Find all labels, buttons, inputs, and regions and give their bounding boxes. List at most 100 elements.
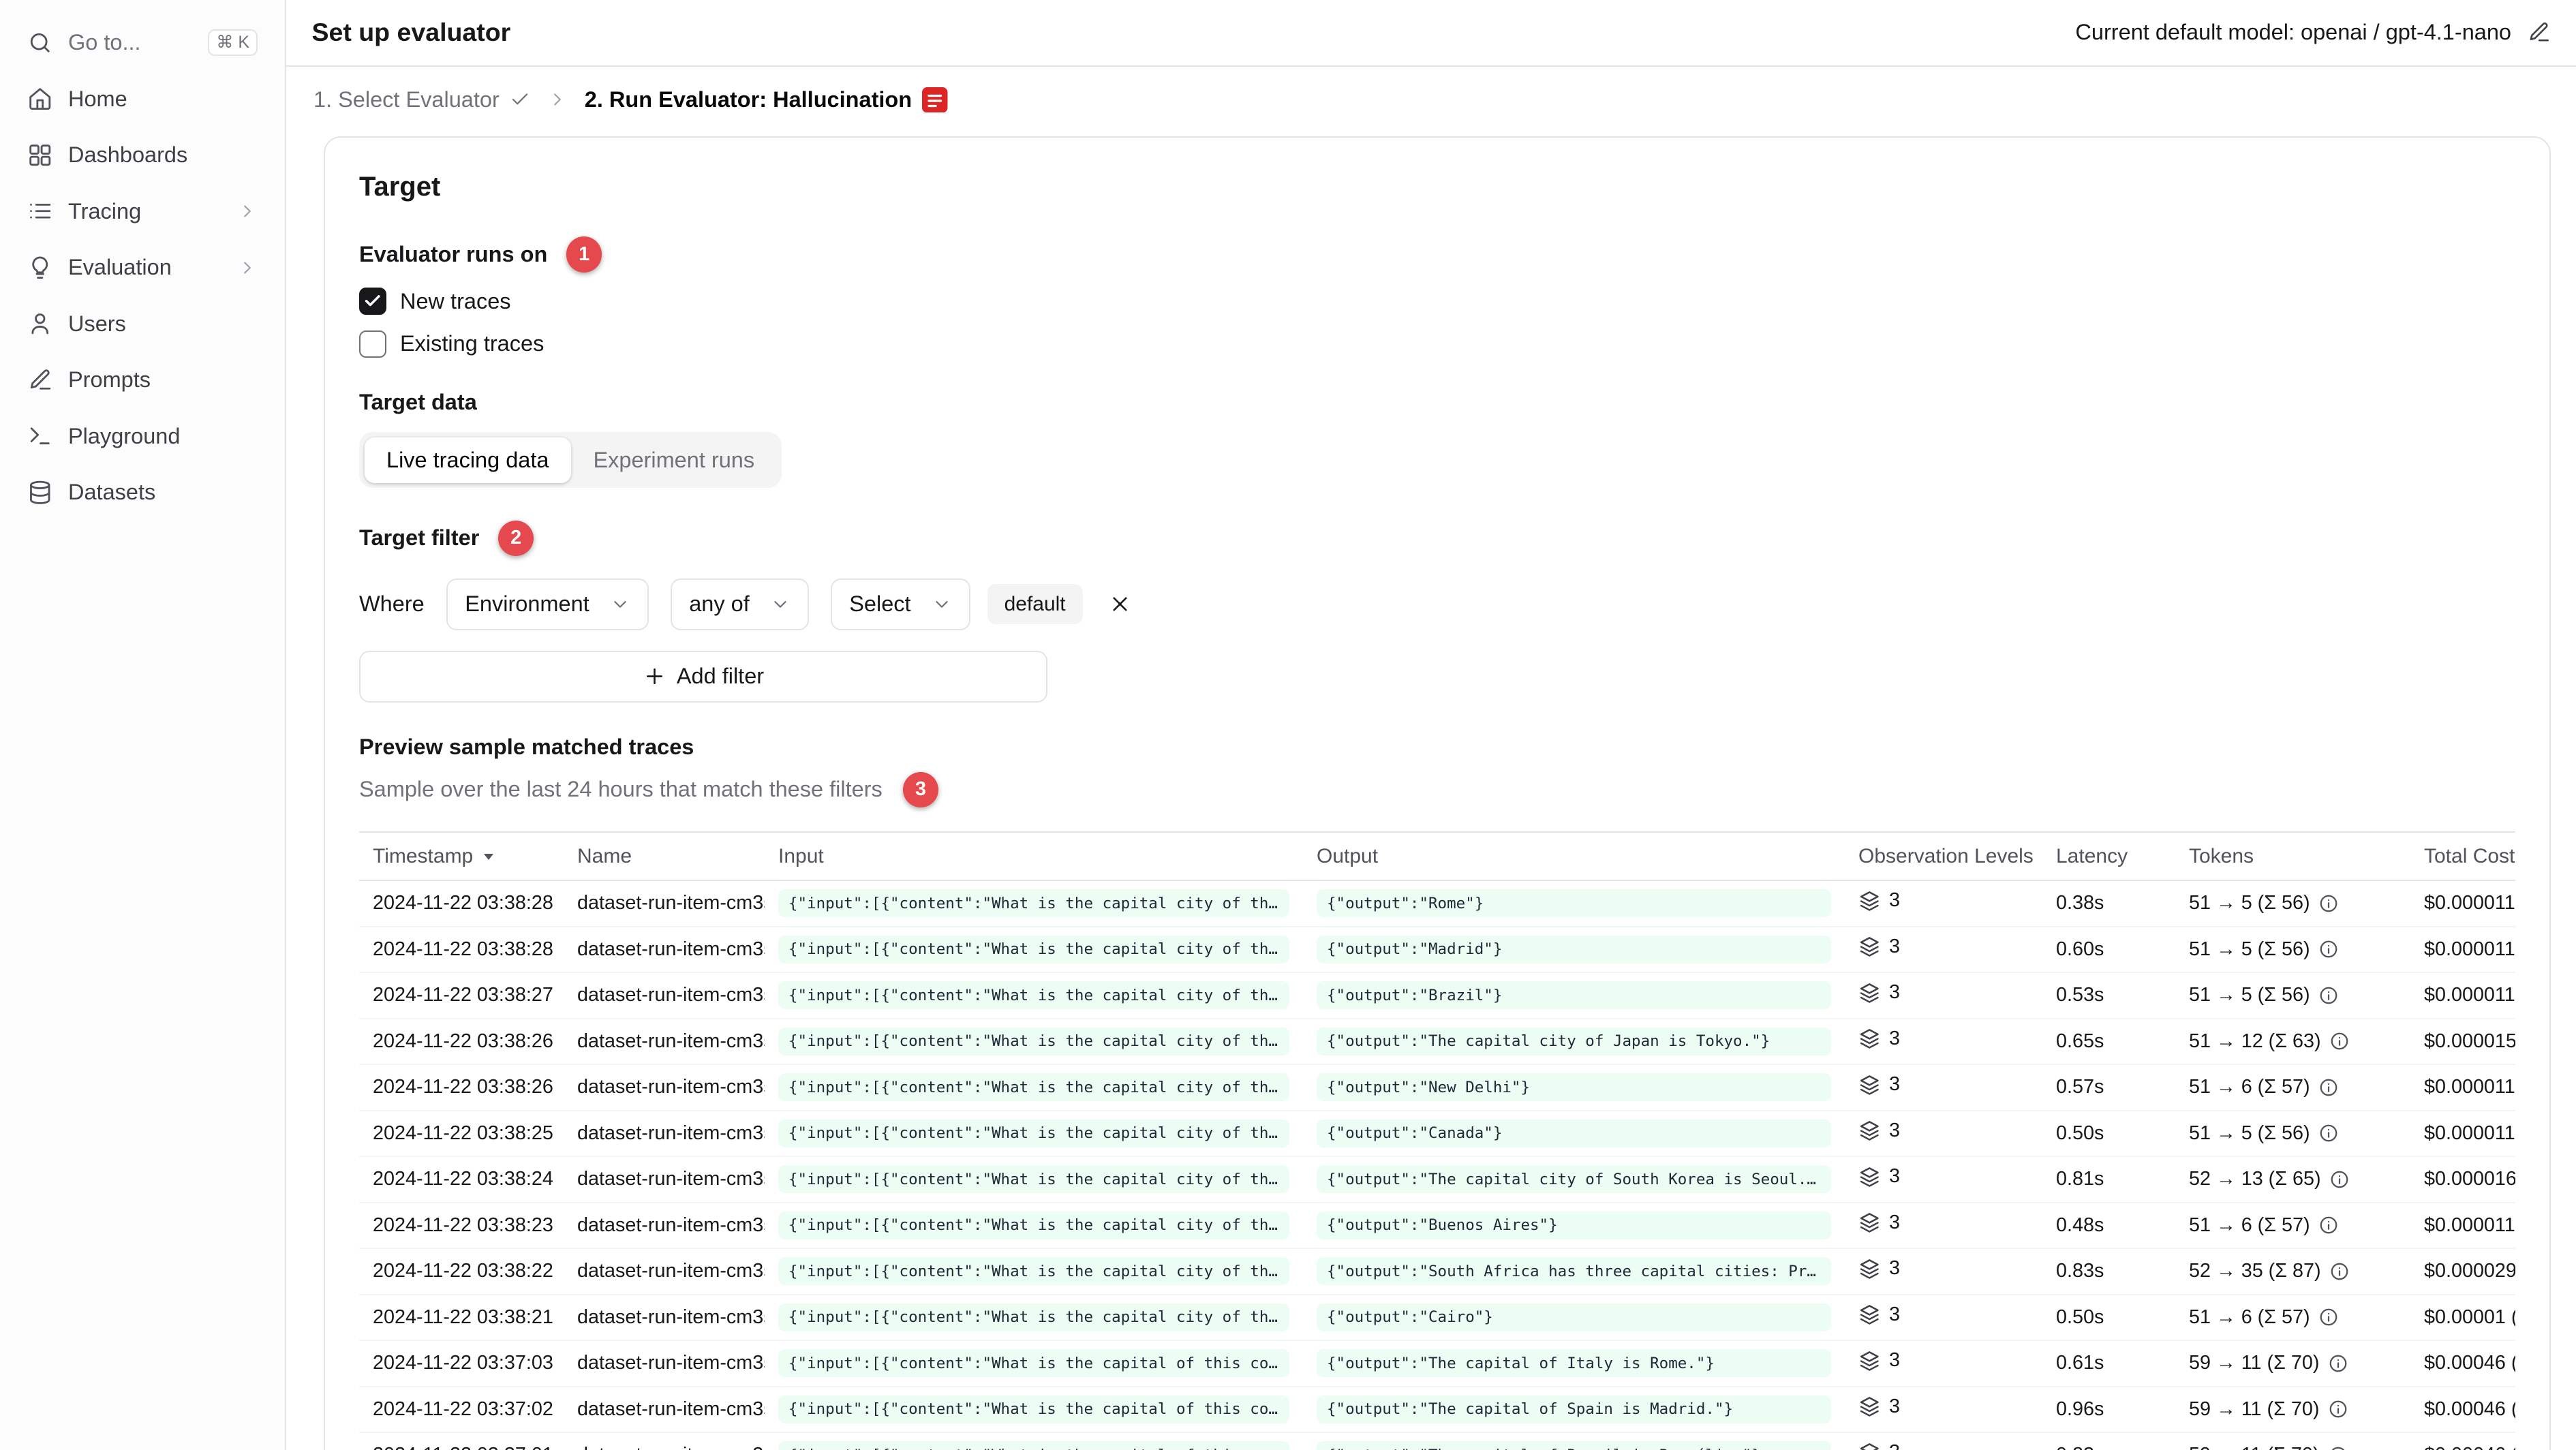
cell-output[interactable]: {"output":"Madrid"} [1303,926,1845,973]
column-header-name[interactable]: Name [564,831,765,882]
column-header-total-cost[interactable]: Total Cost [2410,831,2515,882]
info-icon[interactable] [2318,1123,2339,1143]
input-json-preview[interactable]: {"input":[{"content":"What is the capita… [778,1303,1289,1331]
cell-input[interactable]: {"input":[{"content":"What is the capita… [765,1110,1303,1157]
cell-output[interactable]: {"output":"Cairo"} [1303,1294,1845,1341]
output-json-preview[interactable]: {"output":"New Delhi"} [1317,1073,1831,1102]
cell-output[interactable]: {"output":"The capital of Spain is Madri… [1303,1386,1845,1433]
new-traces-checkbox[interactable] [359,288,386,315]
cell-input[interactable]: {"input":[{"content":"What is the capita… [765,1432,1303,1450]
trace-table-row[interactable]: 2024-11-22 03:38:23 dataset-run-item-cm3… [359,1202,2515,1249]
tab-experiment-runs[interactable]: Experiment runs [571,437,777,483]
cell-input[interactable]: {"input":[{"content":"What is the capita… [765,1294,1303,1341]
trace-table-row[interactable]: 2024-11-22 03:38:28 dataset-run-item-cm3… [359,880,2515,927]
column-header-observation-levels[interactable]: Observation Levels [1845,831,2042,882]
goto-search[interactable]: Go to... ⌘ K [14,17,271,68]
trace-table-row[interactable]: 2024-11-22 03:38:22 dataset-run-item-cm3… [359,1248,2515,1295]
input-json-preview[interactable]: {"input":[{"content":"What is the capita… [778,1119,1289,1147]
output-json-preview[interactable]: {"output":"The capital of Spain is Madri… [1317,1395,1831,1423]
trace-table-row[interactable]: 2024-11-22 03:38:25 dataset-run-item-cm3… [359,1110,2515,1157]
info-icon[interactable] [2328,1399,2348,1419]
cell-output[interactable]: {"output":"The capital of Brazil is Bras… [1303,1432,1845,1450]
trace-table-row[interactable]: 2024-11-22 03:37:02 dataset-run-item-cm3… [359,1386,2515,1433]
trace-table-row[interactable]: 2024-11-22 03:37:01 dataset-run-item-cm3… [359,1432,2515,1450]
input-json-preview[interactable]: {"input":[{"content":"What is the capita… [778,981,1289,1010]
input-json-preview[interactable]: {"input":[{"content":"What is the capita… [778,935,1289,963]
cell-output[interactable]: {"output":"Brazil"} [1303,972,1845,1019]
trace-table-row[interactable]: 2024-11-22 03:38:24 dataset-run-item-cm3… [359,1156,2515,1203]
filter-value-select[interactable]: Select [831,578,970,630]
cell-output[interactable]: {"output":"Canada"} [1303,1110,1845,1157]
cell-output[interactable]: {"output":"The capital city of South Kor… [1303,1156,1845,1203]
sidebar-item-evaluation[interactable]: Evaluation [14,242,271,293]
tab-live-tracing-data[interactable]: Live tracing data [364,437,571,483]
cell-input[interactable]: {"input":[{"content":"What is the capita… [765,1156,1303,1203]
cell-input[interactable]: {"input":[{"content":"What is the capita… [765,1340,1303,1387]
cell-input[interactable]: {"input":[{"content":"What is the capita… [765,1386,1303,1433]
filter-operator-select[interactable]: any of [671,578,809,630]
output-json-preview[interactable]: {"output":"The capital city of South Kor… [1317,1165,1831,1194]
trace-table-row[interactable]: 2024-11-22 03:37:03 dataset-run-item-cm3… [359,1340,2515,1387]
existing-traces-checkbox[interactable] [359,330,386,358]
filter-column-select[interactable]: Environment [446,578,649,630]
add-filter-button[interactable]: Add filter [359,650,1047,703]
sidebar-item-dashboards[interactable]: Dashboards [14,129,271,181]
output-json-preview[interactable]: {"output":"South Africa has three capita… [1317,1257,1831,1286]
cell-input[interactable]: {"input":[{"content":"What is the capita… [765,1248,1303,1295]
cell-input[interactable]: {"input":[{"content":"What is the capita… [765,1202,1303,1249]
sidebar-item-prompts[interactable]: Prompts [14,354,271,405]
output-json-preview[interactable]: {"output":"The capital of Italy is Rome.… [1317,1349,1831,1378]
new-traces-option[interactable]: New traces [359,288,2515,315]
info-icon[interactable] [2328,1445,2348,1450]
step-run-evaluator[interactable]: 2. Run Evaluator: Hallucination [585,87,948,112]
info-icon[interactable] [2329,1031,2350,1051]
output-json-preview[interactable]: {"output":"Brazil"} [1317,981,1831,1010]
cell-input[interactable]: {"input":[{"content":"What is the capita… [765,926,1303,973]
info-icon[interactable] [2318,1307,2339,1327]
edit-pencil-icon[interactable] [2527,20,2551,44]
sidebar-item-home[interactable]: Home [14,74,271,125]
cell-input[interactable]: {"input":[{"content":"What is the capita… [765,1018,1303,1065]
column-header-output[interactable]: Output [1303,831,1845,882]
info-icon[interactable] [2318,1077,2339,1098]
output-json-preview[interactable]: {"output":"Canada"} [1317,1119,1831,1147]
trace-table-row[interactable]: 2024-11-22 03:38:27 dataset-run-item-cm3… [359,972,2515,1019]
column-header-input[interactable]: Input [765,831,1303,882]
column-header-latency[interactable]: Latency [2042,831,2175,882]
sidebar-item-playground[interactable]: Playground [14,411,271,462]
input-json-preview[interactable]: {"input":[{"content":"What is the capita… [778,1211,1289,1239]
info-icon[interactable] [2318,985,2339,1006]
sidebar-item-datasets[interactable]: Datasets [14,467,271,518]
output-json-preview[interactable]: {"output":"Cairo"} [1317,1303,1831,1331]
sidebar-item-tracing[interactable]: Tracing [14,186,271,237]
output-json-preview[interactable]: {"output":"Rome"} [1317,889,1831,918]
cell-output[interactable]: {"output":"South Africa has three capita… [1303,1248,1845,1295]
cell-output[interactable]: {"output":"The capital of Italy is Rome.… [1303,1340,1845,1387]
input-json-preview[interactable]: {"input":[{"content":"What is the capita… [778,889,1289,918]
sidebar-item-users[interactable]: Users [14,298,271,350]
cell-output[interactable]: {"output":"The capital city of Japan is … [1303,1018,1845,1065]
step-select-evaluator[interactable]: 1. Select Evaluator [313,87,530,112]
output-json-preview[interactable]: {"output":"The capital city of Japan is … [1317,1027,1831,1055]
input-json-preview[interactable]: {"input":[{"content":"What is the capita… [778,1027,1289,1055]
content-scroll-area[interactable]: Target Evaluator runs on 1 New traces Ex… [286,129,2576,1450]
trace-table-row[interactable]: 2024-11-22 03:38:26 dataset-run-item-cm3… [359,1064,2515,1111]
info-icon[interactable] [2318,1215,2339,1235]
cell-output[interactable]: {"output":"New Delhi"} [1303,1064,1845,1111]
cell-output[interactable]: {"output":"Buenos Aires"} [1303,1202,1845,1249]
trace-table-row[interactable]: 2024-11-22 03:38:28 dataset-run-item-cm3… [359,926,2515,973]
remove-filter-button[interactable] [1105,589,1135,619]
trace-table-row[interactable]: 2024-11-22 03:38:26 dataset-run-item-cm3… [359,1018,2515,1065]
cell-input[interactable]: {"input":[{"content":"What is the capita… [765,880,1303,927]
trace-table-row[interactable]: 2024-11-22 03:38:21 dataset-run-item-cm3… [359,1294,2515,1341]
column-header-timestamp[interactable]: Timestamp [359,831,564,882]
input-json-preview[interactable]: {"input":[{"content":"What is the capita… [778,1165,1289,1194]
info-icon[interactable] [2329,1169,2350,1190]
filter-value-chip[interactable]: default [987,584,1083,624]
info-icon[interactable] [2328,1353,2348,1374]
output-json-preview[interactable]: {"output":"Buenos Aires"} [1317,1211,1831,1239]
input-json-preview[interactable]: {"input":[{"content":"What is the capita… [778,1395,1289,1423]
input-json-preview[interactable]: {"input":[{"content":"What is the capita… [778,1073,1289,1102]
existing-traces-option[interactable]: Existing traces [359,330,2515,358]
info-icon[interactable] [2318,939,2339,959]
